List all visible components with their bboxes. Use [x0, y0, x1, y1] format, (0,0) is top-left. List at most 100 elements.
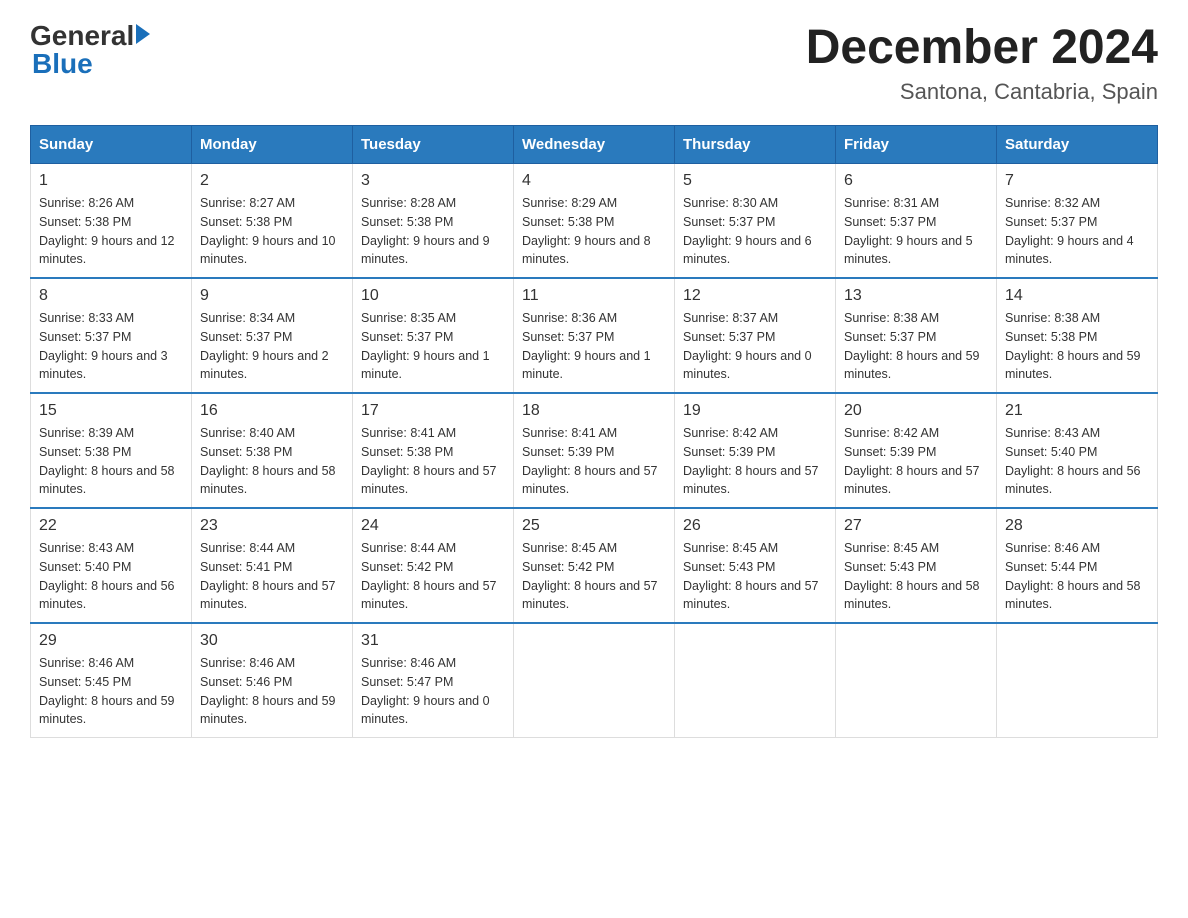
- day-number: 7: [1005, 172, 1149, 190]
- day-number: 19: [683, 402, 827, 420]
- day-number: 31: [361, 632, 505, 650]
- table-row: 18 Sunrise: 8:41 AMSunset: 5:39 PMDaylig…: [514, 393, 675, 508]
- calendar-week-row: 15 Sunrise: 8:39 AMSunset: 5:38 PMDaylig…: [31, 393, 1158, 508]
- table-row: 31 Sunrise: 8:46 AMSunset: 5:47 PMDaylig…: [353, 623, 514, 738]
- day-number: 11: [522, 287, 666, 305]
- table-row: 27 Sunrise: 8:45 AMSunset: 5:43 PMDaylig…: [836, 508, 997, 623]
- table-row: 2 Sunrise: 8:27 AMSunset: 5:38 PMDayligh…: [192, 164, 353, 279]
- table-row: 20 Sunrise: 8:42 AMSunset: 5:39 PMDaylig…: [836, 393, 997, 508]
- day-info: Sunrise: 8:38 AMSunset: 5:37 PMDaylight:…: [844, 309, 988, 384]
- col-saturday: Saturday: [997, 126, 1158, 164]
- day-number: 29: [39, 632, 183, 650]
- table-row: 23 Sunrise: 8:44 AMSunset: 5:41 PMDaylig…: [192, 508, 353, 623]
- day-info: Sunrise: 8:40 AMSunset: 5:38 PMDaylight:…: [200, 424, 344, 499]
- day-number: 27: [844, 517, 988, 535]
- day-info: Sunrise: 8:46 AMSunset: 5:44 PMDaylight:…: [1005, 539, 1149, 614]
- day-info: Sunrise: 8:30 AMSunset: 5:37 PMDaylight:…: [683, 194, 827, 269]
- calendar-subtitle: Santona, Cantabria, Spain: [806, 79, 1158, 105]
- table-row: 19 Sunrise: 8:42 AMSunset: 5:39 PMDaylig…: [675, 393, 836, 508]
- table-row: 6 Sunrise: 8:31 AMSunset: 5:37 PMDayligh…: [836, 164, 997, 279]
- table-row: 13 Sunrise: 8:38 AMSunset: 5:37 PMDaylig…: [836, 278, 997, 393]
- day-info: Sunrise: 8:31 AMSunset: 5:37 PMDaylight:…: [844, 194, 988, 269]
- day-number: 20: [844, 402, 988, 420]
- day-number: 5: [683, 172, 827, 190]
- day-number: 26: [683, 517, 827, 535]
- table-row: 4 Sunrise: 8:29 AMSunset: 5:38 PMDayligh…: [514, 164, 675, 279]
- logo-arrow-icon: [136, 24, 150, 44]
- day-number: 28: [1005, 517, 1149, 535]
- day-info: Sunrise: 8:43 AMSunset: 5:40 PMDaylight:…: [39, 539, 183, 614]
- calendar-header-row: Sunday Monday Tuesday Wednesday Thursday…: [31, 126, 1158, 164]
- col-thursday: Thursday: [675, 126, 836, 164]
- day-info: Sunrise: 8:46 AMSunset: 5:47 PMDaylight:…: [361, 654, 505, 729]
- day-info: Sunrise: 8:45 AMSunset: 5:43 PMDaylight:…: [844, 539, 988, 614]
- table-row: 24 Sunrise: 8:44 AMSunset: 5:42 PMDaylig…: [353, 508, 514, 623]
- table-row: 25 Sunrise: 8:45 AMSunset: 5:42 PMDaylig…: [514, 508, 675, 623]
- table-row: 17 Sunrise: 8:41 AMSunset: 5:38 PMDaylig…: [353, 393, 514, 508]
- day-info: Sunrise: 8:35 AMSunset: 5:37 PMDaylight:…: [361, 309, 505, 384]
- day-info: Sunrise: 8:42 AMSunset: 5:39 PMDaylight:…: [844, 424, 988, 499]
- day-info: Sunrise: 8:43 AMSunset: 5:40 PMDaylight:…: [1005, 424, 1149, 499]
- day-number: 10: [361, 287, 505, 305]
- day-info: Sunrise: 8:26 AMSunset: 5:38 PMDaylight:…: [39, 194, 183, 269]
- day-number: 30: [200, 632, 344, 650]
- day-number: 15: [39, 402, 183, 420]
- table-row: 26 Sunrise: 8:45 AMSunset: 5:43 PMDaylig…: [675, 508, 836, 623]
- day-number: 2: [200, 172, 344, 190]
- day-info: Sunrise: 8:42 AMSunset: 5:39 PMDaylight:…: [683, 424, 827, 499]
- day-info: Sunrise: 8:45 AMSunset: 5:42 PMDaylight:…: [522, 539, 666, 614]
- day-number: 17: [361, 402, 505, 420]
- table-row: 30 Sunrise: 8:46 AMSunset: 5:46 PMDaylig…: [192, 623, 353, 738]
- day-info: Sunrise: 8:44 AMSunset: 5:41 PMDaylight:…: [200, 539, 344, 614]
- col-wednesday: Wednesday: [514, 126, 675, 164]
- day-info: Sunrise: 8:28 AMSunset: 5:38 PMDaylight:…: [361, 194, 505, 269]
- col-monday: Monday: [192, 126, 353, 164]
- table-row: [836, 623, 997, 738]
- logo-blue-text: Blue: [30, 48, 150, 80]
- calendar-week-row: 1 Sunrise: 8:26 AMSunset: 5:38 PMDayligh…: [31, 164, 1158, 279]
- day-number: 16: [200, 402, 344, 420]
- calendar-week-row: 22 Sunrise: 8:43 AMSunset: 5:40 PMDaylig…: [31, 508, 1158, 623]
- day-info: Sunrise: 8:34 AMSunset: 5:37 PMDaylight:…: [200, 309, 344, 384]
- day-number: 4: [522, 172, 666, 190]
- day-info: Sunrise: 8:32 AMSunset: 5:37 PMDaylight:…: [1005, 194, 1149, 269]
- table-row: 5 Sunrise: 8:30 AMSunset: 5:37 PMDayligh…: [675, 164, 836, 279]
- day-info: Sunrise: 8:29 AMSunset: 5:38 PMDaylight:…: [522, 194, 666, 269]
- day-info: Sunrise: 8:46 AMSunset: 5:46 PMDaylight:…: [200, 654, 344, 729]
- day-number: 22: [39, 517, 183, 535]
- col-tuesday: Tuesday: [353, 126, 514, 164]
- day-info: Sunrise: 8:46 AMSunset: 5:45 PMDaylight:…: [39, 654, 183, 729]
- table-row: 7 Sunrise: 8:32 AMSunset: 5:37 PMDayligh…: [997, 164, 1158, 279]
- day-number: 9: [200, 287, 344, 305]
- calendar-title: December 2024: [806, 20, 1158, 75]
- day-info: Sunrise: 8:41 AMSunset: 5:39 PMDaylight:…: [522, 424, 666, 499]
- col-friday: Friday: [836, 126, 997, 164]
- table-row: [675, 623, 836, 738]
- day-info: Sunrise: 8:41 AMSunset: 5:38 PMDaylight:…: [361, 424, 505, 499]
- table-row: 22 Sunrise: 8:43 AMSunset: 5:40 PMDaylig…: [31, 508, 192, 623]
- table-row: 8 Sunrise: 8:33 AMSunset: 5:37 PMDayligh…: [31, 278, 192, 393]
- table-row: 29 Sunrise: 8:46 AMSunset: 5:45 PMDaylig…: [31, 623, 192, 738]
- table-row: 11 Sunrise: 8:36 AMSunset: 5:37 PMDaylig…: [514, 278, 675, 393]
- day-info: Sunrise: 8:36 AMSunset: 5:37 PMDaylight:…: [522, 309, 666, 384]
- table-row: 15 Sunrise: 8:39 AMSunset: 5:38 PMDaylig…: [31, 393, 192, 508]
- table-row: 16 Sunrise: 8:40 AMSunset: 5:38 PMDaylig…: [192, 393, 353, 508]
- day-number: 18: [522, 402, 666, 420]
- day-info: Sunrise: 8:45 AMSunset: 5:43 PMDaylight:…: [683, 539, 827, 614]
- col-sunday: Sunday: [31, 126, 192, 164]
- table-row: 3 Sunrise: 8:28 AMSunset: 5:38 PMDayligh…: [353, 164, 514, 279]
- calendar-table: Sunday Monday Tuesday Wednesday Thursday…: [30, 125, 1158, 738]
- day-number: 21: [1005, 402, 1149, 420]
- day-number: 8: [39, 287, 183, 305]
- day-number: 14: [1005, 287, 1149, 305]
- day-number: 23: [200, 517, 344, 535]
- table-row: [997, 623, 1158, 738]
- day-info: Sunrise: 8:33 AMSunset: 5:37 PMDaylight:…: [39, 309, 183, 384]
- page-header: General Blue December 2024 Santona, Cant…: [30, 20, 1158, 105]
- title-section: December 2024 Santona, Cantabria, Spain: [806, 20, 1158, 105]
- day-number: 1: [39, 172, 183, 190]
- day-info: Sunrise: 8:38 AMSunset: 5:38 PMDaylight:…: [1005, 309, 1149, 384]
- day-number: 6: [844, 172, 988, 190]
- table-row: 1 Sunrise: 8:26 AMSunset: 5:38 PMDayligh…: [31, 164, 192, 279]
- day-info: Sunrise: 8:39 AMSunset: 5:38 PMDaylight:…: [39, 424, 183, 499]
